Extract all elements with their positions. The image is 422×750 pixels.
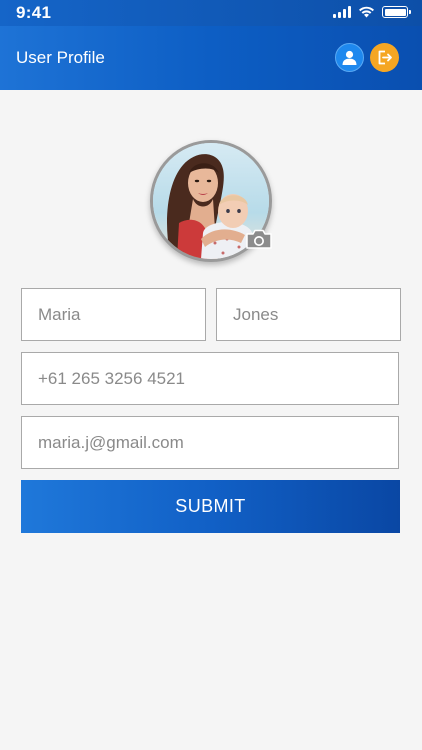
status-time: 9:41 <box>16 3 52 22</box>
last-name-value: Jones <box>233 304 279 324</box>
logout-icon <box>378 50 392 65</box>
signal-icon <box>333 6 351 18</box>
submit-button-label: SUBMIT <box>175 496 246 516</box>
battery-icon <box>382 6 411 18</box>
wifi-icon <box>359 6 374 18</box>
email-field[interactable]: maria.j@gmail.com <box>21 416 399 469</box>
submit-button[interactable]: SUBMIT <box>21 480 400 533</box>
avatar-container[interactable] <box>150 140 272 262</box>
status-icons <box>333 6 411 18</box>
camera-icon <box>246 229 272 249</box>
profile-icon <box>342 50 357 65</box>
first-name-value: Maria <box>38 304 81 324</box>
phone-value: +61 265 3256 4521 <box>38 368 186 388</box>
change-photo-button[interactable] <box>245 228 273 250</box>
page-title: User Profile <box>16 48 105 67</box>
last-name-field[interactable]: Jones <box>216 288 401 341</box>
phone-field[interactable]: +61 265 3256 4521 <box>21 352 399 405</box>
profile-button[interactable] <box>335 43 364 72</box>
email-value: maria.j@gmail.com <box>38 432 184 452</box>
status-bar: 9:41 <box>0 0 422 26</box>
first-name-field[interactable]: Maria <box>21 288 206 341</box>
logout-button[interactable] <box>370 43 399 72</box>
